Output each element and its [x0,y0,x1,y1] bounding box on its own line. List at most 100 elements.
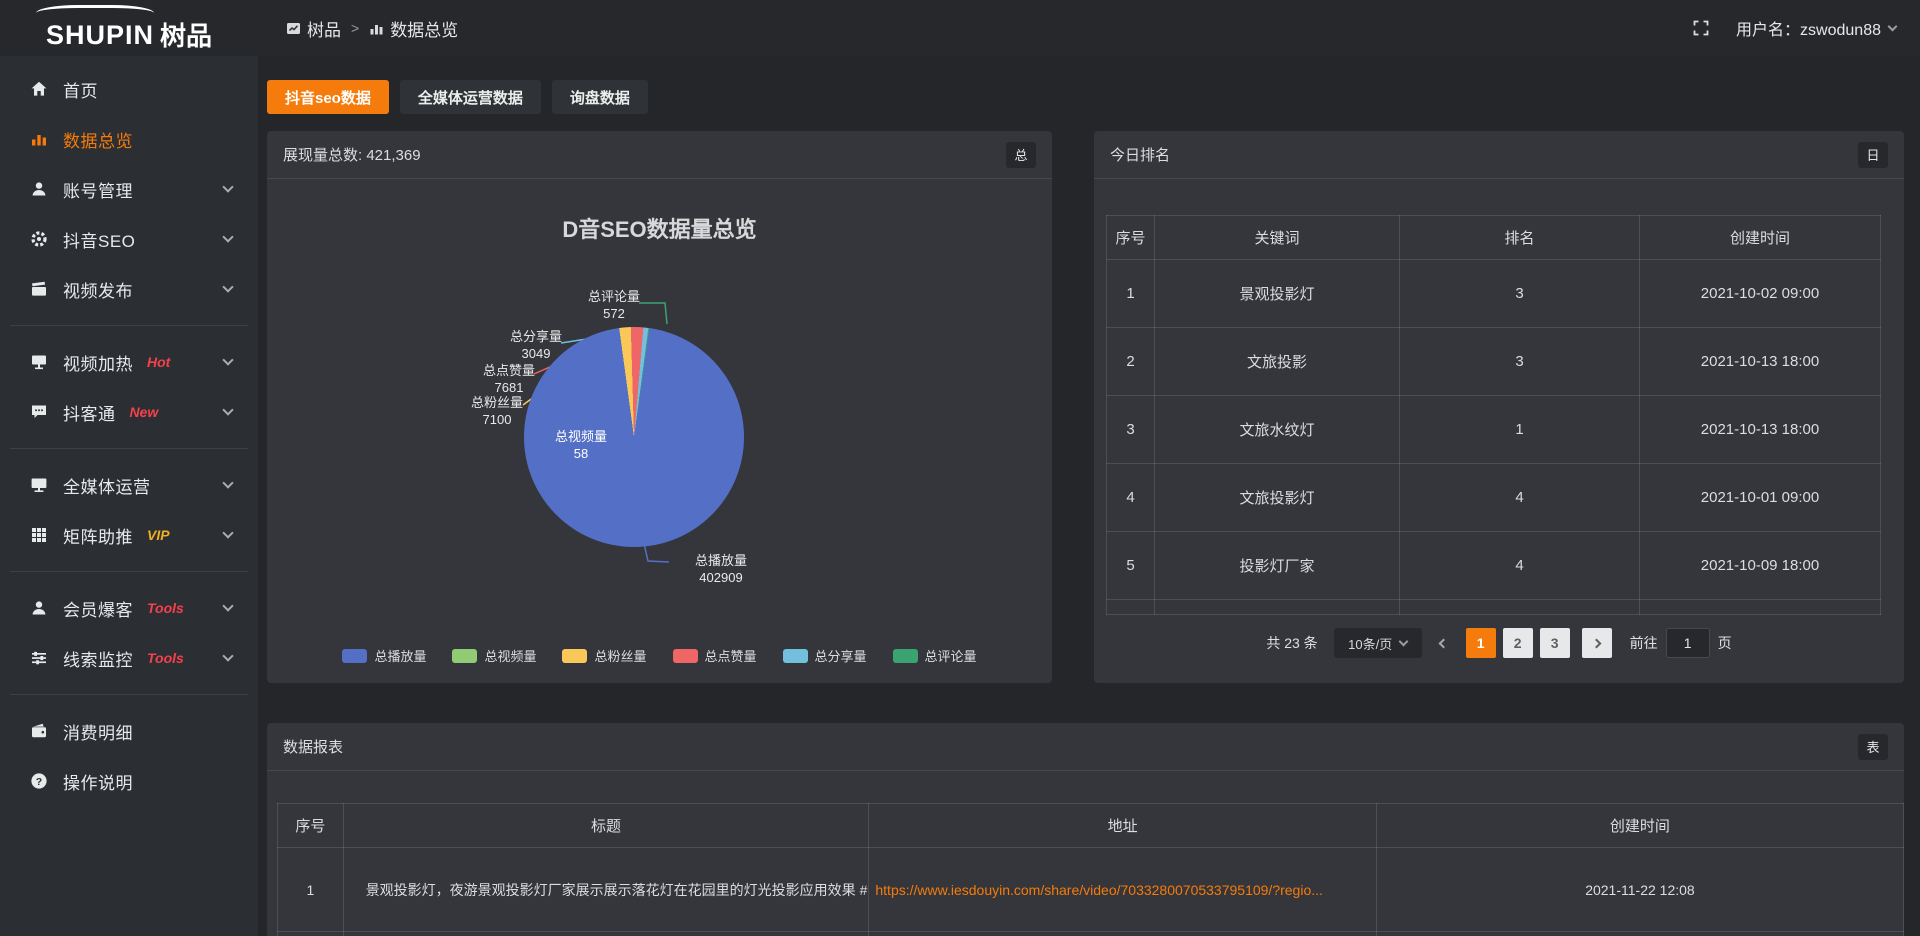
table-cell: 3 [1400,328,1640,396]
sidebar-item-2[interactable]: 账号管理 [0,164,258,214]
table-cell-time: 2021-11-22 12:08 [1376,848,1903,932]
table-cell: 景观投影灯 [1155,260,1400,328]
table-cell: 1 [1107,260,1155,328]
tab-media-operation[interactable]: 全媒体运营数据 [400,80,541,114]
ranking-mode-button[interactable]: 日 [1858,142,1888,168]
table-row-partial [278,932,1904,936]
table-cell: 2021-10-09 18:00 [1640,532,1881,600]
goto-page-input[interactable] [1666,628,1710,658]
sidebar-item-7[interactable]: 全媒体运营 [0,460,258,510]
report-mode-button[interactable]: 表 [1858,734,1888,760]
sidebar-item-label: 视频加热 [63,350,133,375]
sidebar-item-12[interactable]: ? 操作说明 [0,756,258,806]
chevron-down-icon [222,231,233,242]
legend-item[interactable]: 总视频量 [452,646,536,665]
breadcrumb: 树品 > 数据总览 [286,0,458,56]
next-page-button[interactable] [1582,628,1612,658]
table-row[interactable]: 1景观投影灯，夜游景观投影灯厂家展示展示落花灯在花园里的灯光投影应用效果 #ht… [278,848,1904,932]
sidebar-item-badge: Tools [147,650,184,666]
table-row[interactable]: 4文旅投影灯42021-10-01 09:00 [1107,464,1881,532]
app-root: SHUPIN 树品 树品 > 数据总览 用户名：zswodun88 [0,0,1920,936]
sidebar-item-4[interactable]: 视频发布 [0,264,258,314]
legend-item[interactable]: 总点赞量 [673,646,757,665]
chevron-right-icon [1592,638,1602,648]
legend-swatch [342,649,367,663]
table-row[interactable]: 3文旅水纹灯12021-10-13 18:00 [1107,396,1881,464]
bar-chart-icon [369,21,384,36]
top-bar: SHUPIN 树品 树品 > 数据总览 用户名：zswodun88 [0,0,1920,56]
table-cell [1400,600,1640,615]
table-cell: 4 [1400,532,1640,600]
page-button-2[interactable]: 2 [1503,628,1533,658]
sidebar-item-label: 操作说明 [63,769,133,794]
table-cell [1107,600,1155,615]
sliders-icon [30,649,48,667]
chevron-down-icon [222,281,233,292]
legend-item[interactable]: 总播放量 [342,646,426,665]
sidebar-item-label: 抖音SEO [63,227,135,252]
table-cell: 2021-10-13 18:00 [1640,396,1881,464]
sidebar-item-0[interactable]: 首页 [0,64,258,114]
sidebar-item-label: 账号管理 [63,177,133,202]
table-cell-link[interactable]: https://www.iesdouyin.com/share/video/70… [869,848,1377,932]
pagination: 共 23 条 10条/页 123 前往 页 [1094,628,1904,658]
sidebar-item-badge: New [130,404,159,420]
table-cell: 5 [1107,532,1155,600]
legend-item[interactable]: 总分享量 [783,646,867,665]
sidebar-item-5[interactable]: 视频加热Hot [0,337,258,387]
breadcrumb-current[interactable]: 数据总览 [369,16,458,41]
page-button-3[interactable]: 3 [1540,628,1570,658]
sidebar-item-6[interactable]: 抖客通New [0,387,258,437]
sidebar-item-1[interactable]: 数据总览 [0,114,258,164]
bar-chart-icon [30,130,48,148]
chevron-down-icon [222,354,233,365]
table-row[interactable]: 1景观投影灯32021-10-02 09:00 [1107,260,1881,328]
table-cell: 文旅水纹灯 [1155,396,1400,464]
sidebar-item-11[interactable]: 消费明细 [0,706,258,756]
page-size-select[interactable]: 10条/页 [1334,628,1422,658]
report-panel: 数据报表 表 序号标题地址创建时间 1景观投影灯，夜游景观投影灯厂家展示展示落花… [267,723,1904,936]
chart-legend: 总播放量 总视频量 总粉丝量 总点赞量 总分享量 总评论量 [267,646,1052,665]
legend-swatch [893,649,918,663]
data-source-tabs: 抖音seo数据 全媒体运营数据 询盘数据 [267,80,648,114]
legend-item[interactable]: 总评论量 [893,646,977,665]
fullscreen-icon[interactable] [1692,19,1710,37]
report-table-head: 序号标题地址创建时间 [278,804,1904,848]
report-table-body: 1景观投影灯，夜游景观投影灯厂家展示展示落花灯在花园里的灯光投影应用效果 #ht… [278,848,1904,936]
sidebar-divider [10,694,248,695]
svg-text:?: ? [36,776,42,788]
table-cell: 3 [1107,396,1155,464]
column-header: 标题 [343,804,869,848]
tab-inquiry[interactable]: 询盘数据 [552,80,648,114]
sidebar-item-8[interactable]: 矩阵助推VIP [0,510,258,560]
prev-page-button[interactable] [1434,628,1454,658]
page-button-1[interactable]: 1 [1466,628,1496,658]
table-header-row: 序号标题地址创建时间 [278,804,1904,848]
table-row[interactable]: 5投影灯厂家42021-10-09 18:00 [1107,532,1881,600]
pie-label-shares: 总分享量3049 [491,328,581,362]
user-icon [30,180,48,198]
table-cell: 文旅投影灯 [1155,464,1400,532]
legend-item[interactable]: 总粉丝量 [562,646,646,665]
column-header: 序号 [278,804,344,848]
table-row[interactable]: 2文旅投影32021-10-13 18:00 [1107,328,1881,396]
sidebar-item-10[interactable]: 线索监控Tools [0,633,258,683]
sidebar-item-9[interactable]: 会员爆客Tools [0,583,258,633]
sidebar-item-3[interactable]: 抖音SEO [0,214,258,264]
chat-icon [30,403,48,421]
sidebar-divider [10,571,248,572]
column-header: 创建时间 [1376,804,1903,848]
table-cell: 4 [1107,464,1155,532]
legend-label: 总粉丝量 [594,646,646,665]
sidebar-menu: 首页数据总览账号管理抖音SEO 视频发布视频加热Hot抖客通New 全媒体运营矩阵助… [0,64,258,806]
column-header: 创建时间 [1640,216,1881,260]
overview-mode-button[interactable]: 总 [1006,142,1036,168]
tab-douyin-seo[interactable]: 抖音seo数据 [267,80,389,114]
table-cell [343,932,869,936]
wallet-icon [30,722,48,740]
ranking-table: 序号关键词排名创建时间 1景观投影灯32021-10-02 09:002文旅投影… [1106,215,1881,615]
breadcrumb-root[interactable]: 树品 [286,16,341,41]
logo-text-cn: 树品 [160,23,212,49]
user-menu[interactable]: 用户名：zswodun88 [1736,16,1896,40]
overview-panel: 展现量总数: 421,369 总 D音SEO数据量总览 总评论量572 总分享量… [267,131,1052,683]
